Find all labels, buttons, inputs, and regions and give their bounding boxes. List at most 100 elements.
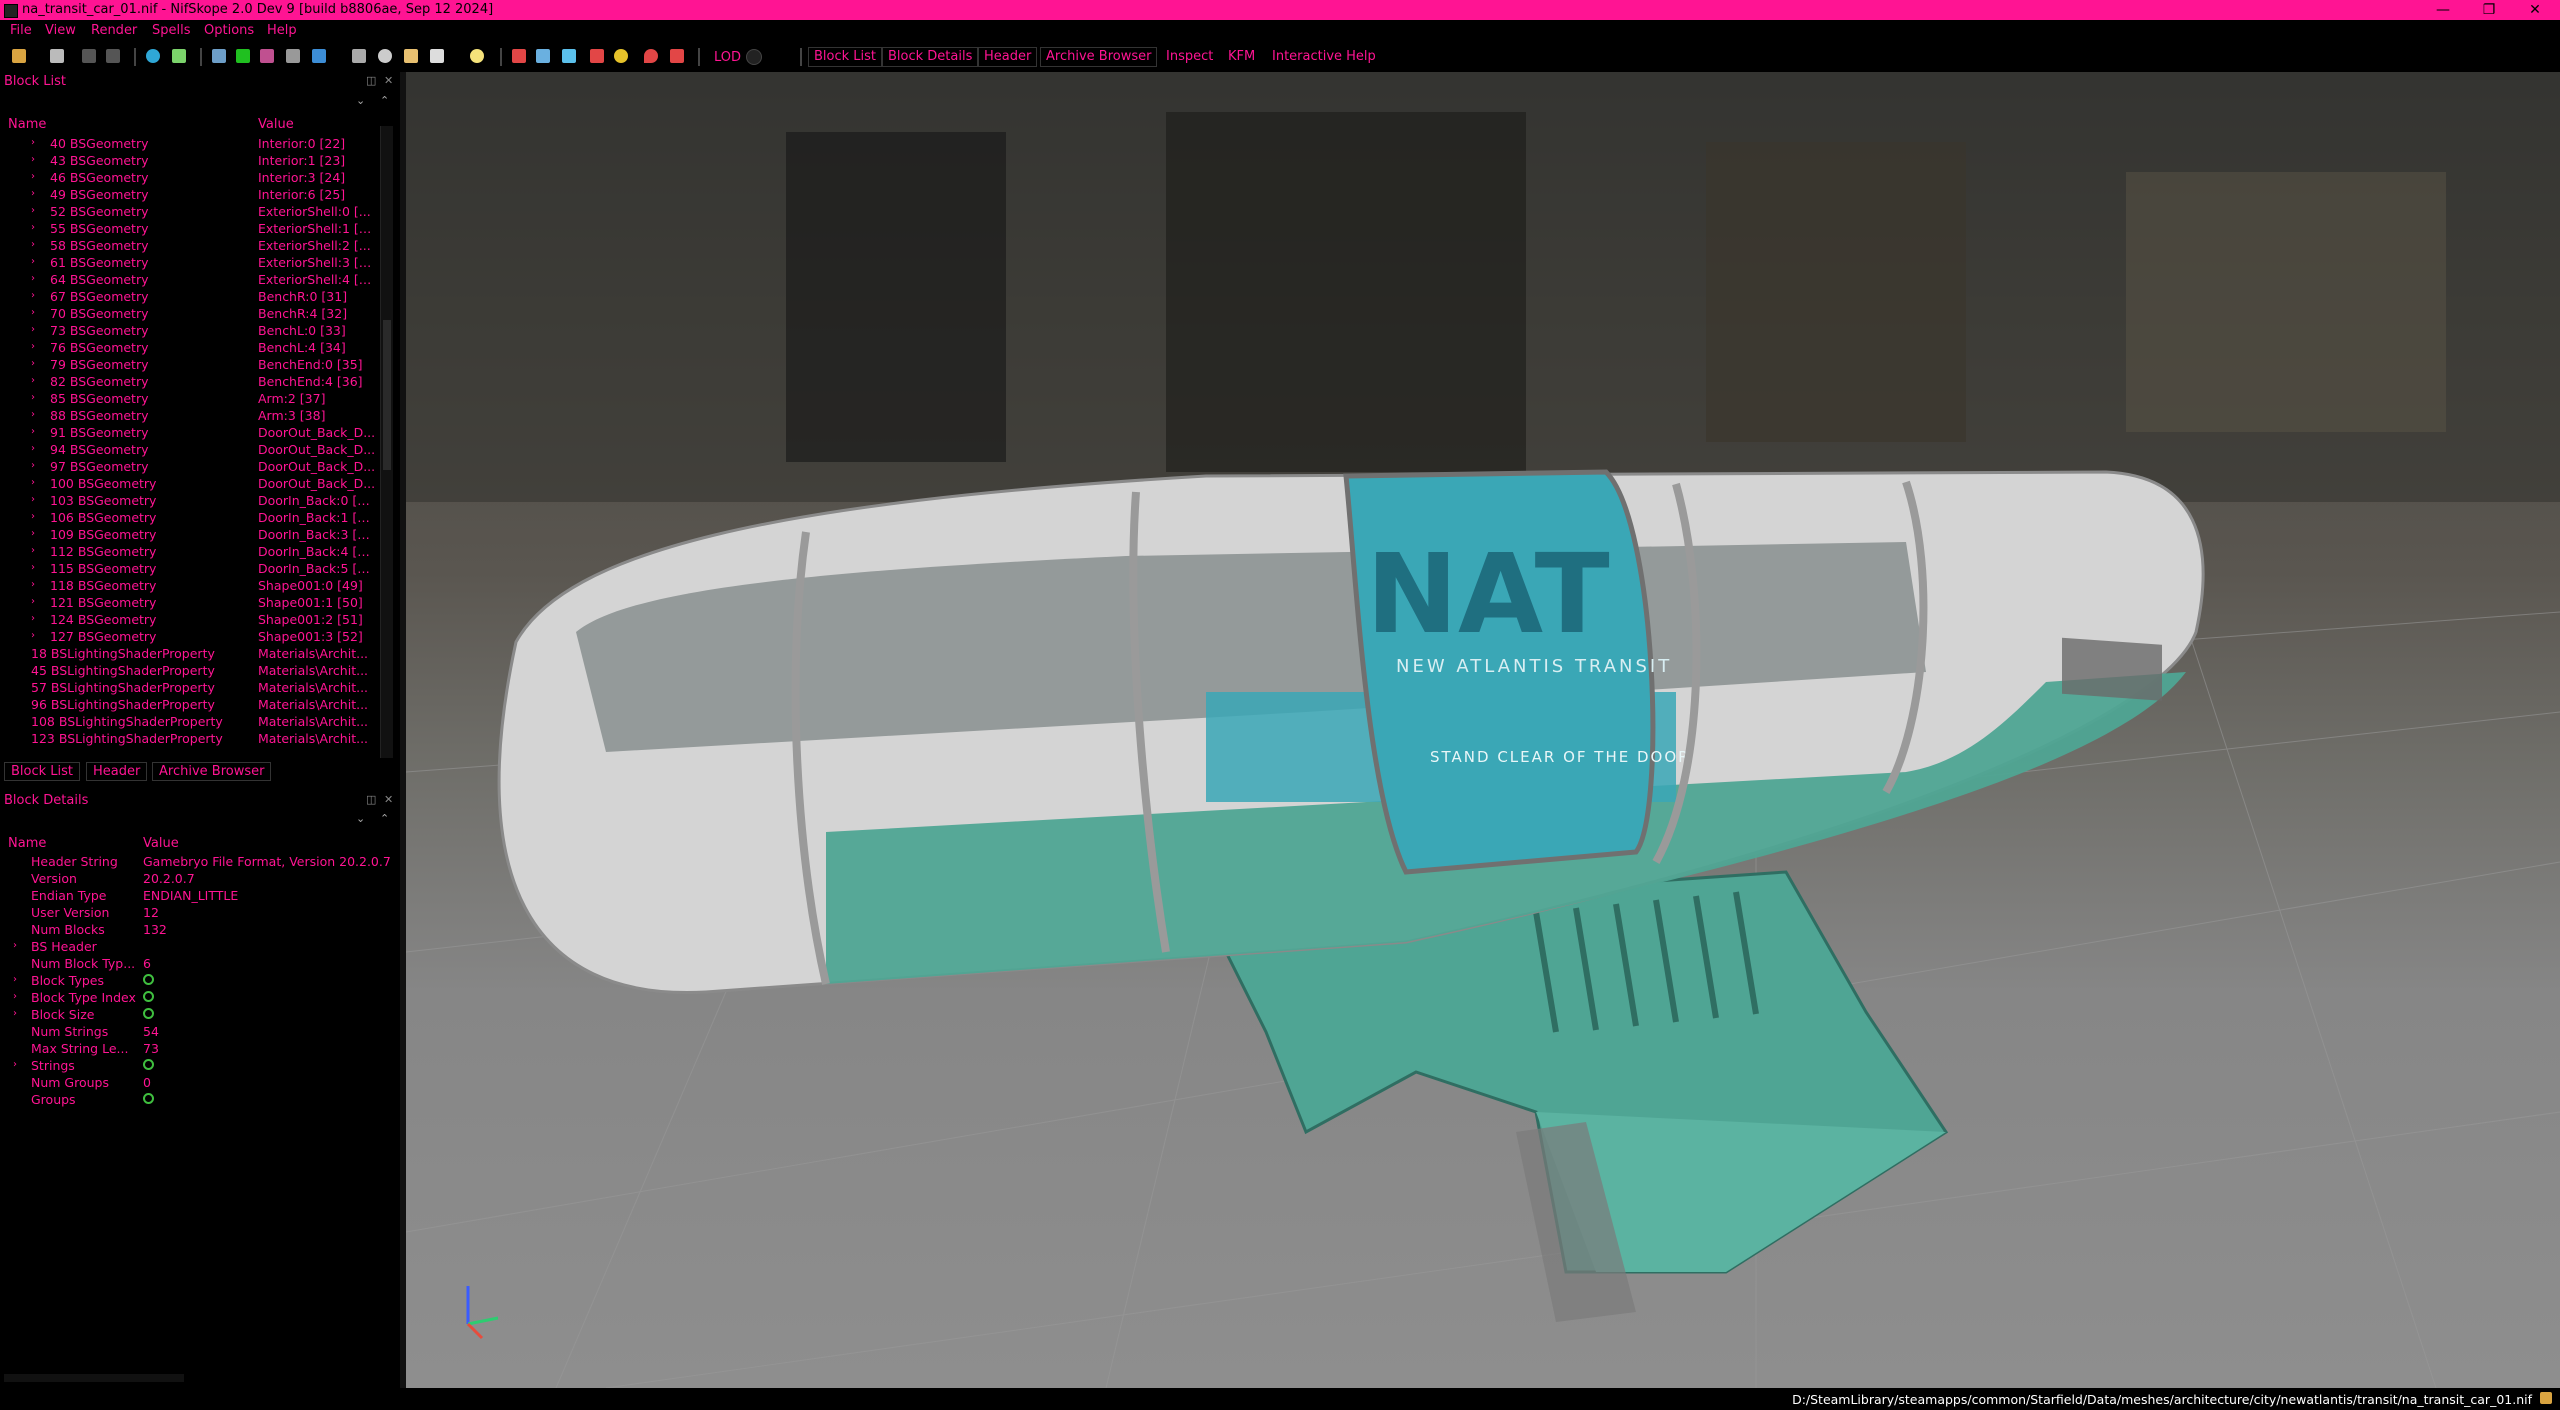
block-list-row[interactable]: › 112 BSGeometry DoorIn_Back:4 [46] <box>0 544 395 561</box>
toolbar-tab-inspect[interactable]: Inspect <box>1160 47 1219 67</box>
details-hscrollbar[interactable] <box>4 1374 184 1382</box>
expand-arrow-icon[interactable]: › <box>13 940 17 951</box>
marker-icon[interactable] <box>590 49 604 63</box>
expand-arrow-icon[interactable]: › <box>31 392 35 403</box>
close-button[interactable]: ✕ <box>2512 0 2558 20</box>
render-viewport[interactable]: NAT NEW ATLANTIS TRANSIT STAND CLEAR OF … <box>406 72 2560 1388</box>
menu-file[interactable]: File <box>10 23 32 38</box>
expand-arrow-icon[interactable]: › <box>31 188 35 199</box>
expand-arrow-icon[interactable]: › <box>31 171 35 182</box>
expand-arrow-icon[interactable]: › <box>31 630 35 641</box>
expand-all-icon[interactable]: ⌃ <box>380 812 389 825</box>
save-icon[interactable] <box>50 49 64 63</box>
expand-arrow-icon[interactable]: › <box>31 137 35 148</box>
green-cube-icon[interactable] <box>236 49 250 63</box>
expand-arrow-icon[interactable]: › <box>31 273 35 284</box>
menu-render[interactable]: Render <box>91 23 137 38</box>
maximize-button[interactable]: ❐ <box>2466 0 2512 20</box>
block-list-row[interactable]: › 100 BSGeometry DoorOut_Back_D... <box>0 476 395 493</box>
block-list-row[interactable]: 96 BSLightingShaderProperty Materials\Arc… <box>0 697 395 714</box>
expand-arrow-icon[interactable]: › <box>31 511 35 522</box>
collapse-all-icon[interactable]: ⌄ <box>356 812 365 825</box>
open-icon[interactable] <box>12 49 26 63</box>
detail-row[interactable]: Endian Type ENDIAN_LITTLE <box>0 888 395 905</box>
dock-float-icon[interactable]: ◫ <box>366 74 376 87</box>
eye-icon[interactable] <box>378 49 392 63</box>
detail-row[interactable]: Num Block Typ... 6 <box>0 956 395 973</box>
dock-tab-archive-browser[interactable]: Archive Browser <box>152 762 272 781</box>
expand-arrow-icon[interactable]: › <box>31 256 35 267</box>
detail-row[interactable]: › Block Types <box>0 973 395 990</box>
block-list-row[interactable]: › 115 BSGeometry DoorIn_Back:5 [47] <box>0 561 395 578</box>
block-list-row[interactable]: › 109 BSGeometry DoorIn_Back:3 [45] <box>0 527 395 544</box>
toolbar-tab-block-list[interactable]: Block List <box>808 47 883 67</box>
expand-arrow-icon[interactable]: › <box>31 477 35 488</box>
link-icon[interactable] <box>143 1058 154 1073</box>
axis-icon[interactable] <box>512 49 526 63</box>
collision-icon[interactable] <box>614 49 628 63</box>
block-list-row[interactable]: › 124 BSGeometry Shape001:2 [51] <box>0 612 395 629</box>
nodes-icon[interactable] <box>536 49 550 63</box>
expand-arrow-icon[interactable]: › <box>31 358 35 369</box>
block-list-name-header[interactable]: Name <box>8 117 46 132</box>
expand-arrow-icon[interactable]: › <box>13 1059 17 1070</box>
block-list-row[interactable]: › 85 BSGeometry Arm:2 [37] <box>0 391 395 408</box>
minimize-button[interactable]: — <box>2420 0 2466 20</box>
menu-spells[interactable]: Spells <box>152 23 191 38</box>
tree-icon[interactable] <box>172 49 186 63</box>
toolbar-tab-header[interactable]: Header <box>978 47 1038 67</box>
menu-options[interactable]: Options <box>204 23 254 38</box>
block-list-row[interactable]: › 121 BSGeometry Shape001:1 [50] <box>0 595 395 612</box>
expand-arrow-icon[interactable]: › <box>31 409 35 420</box>
expand-arrow-icon[interactable]: › <box>31 562 35 573</box>
expand-arrow-icon[interactable]: › <box>31 613 35 624</box>
texture-icon[interactable] <box>212 49 226 63</box>
expand-arrow-icon[interactable]: › <box>13 991 17 1002</box>
block-list-row[interactable]: › 127 BSGeometry Shape001:3 [52] <box>0 629 395 646</box>
block-list-row[interactable]: › 64 BSGeometry ExteriorShell:4 [3... <box>0 272 395 289</box>
block-details-name-header[interactable]: Name <box>8 836 46 851</box>
block-list-row[interactable]: › 106 BSGeometry DoorIn_Back:1 [44] <box>0 510 395 527</box>
expand-arrow-icon[interactable]: › <box>31 239 35 250</box>
link-icon[interactable] <box>143 1092 154 1107</box>
expand-arrow-icon[interactable]: › <box>31 341 35 352</box>
block-list-row[interactable]: 123 BSLightingShaderProperty Materials\Ar… <box>0 731 395 748</box>
bulb-icon[interactable] <box>470 49 484 63</box>
block-list-row[interactable]: › 58 BSGeometry ExteriorShell:2 [... <box>0 238 395 255</box>
block-list-scrollbar[interactable] <box>380 126 393 758</box>
detail-row[interactable]: Groups <box>0 1092 395 1109</box>
detail-row[interactable]: Header String Gamebryo File Format, Versi… <box>0 854 395 871</box>
dock-float-icon[interactable]: ◫ <box>366 793 376 806</box>
block-details-value-header[interactable]: Value <box>143 836 179 851</box>
link-icon[interactable] <box>143 973 154 988</box>
block-list-row[interactable]: › 73 BSGeometry BenchL:0 [33] <box>0 323 395 340</box>
toolbar-tab-archive-browser[interactable]: Archive Browser <box>1040 47 1158 67</box>
expand-arrow-icon[interactable]: › <box>13 974 17 985</box>
expand-arrow-icon[interactable]: › <box>31 426 35 437</box>
block-list-row[interactable]: › 46 BSGeometry Interior:3 [24] <box>0 170 395 187</box>
expand-arrow-icon[interactable]: › <box>31 324 35 335</box>
toolbar-tab-kfm[interactable]: KFM <box>1222 47 1261 67</box>
particle-icon[interactable] <box>670 49 684 63</box>
link-icon[interactable] <box>143 1007 154 1022</box>
detail-row[interactable]: › Strings <box>0 1058 395 1075</box>
expand-arrow-icon[interactable]: › <box>31 205 35 216</box>
block-list-row[interactable]: › 76 BSGeometry BenchL:4 [34] <box>0 340 395 357</box>
constraint-icon[interactable] <box>562 49 576 63</box>
block-list-row[interactable]: › 43 BSGeometry Interior:1 [23] <box>0 153 395 170</box>
expand-arrow-icon[interactable]: › <box>13 1008 17 1019</box>
block-list-row[interactable]: › 88 BSGeometry Arm:3 [38] <box>0 408 395 425</box>
block-list-row[interactable]: › 55 BSGeometry ExteriorShell:1 [27] <box>0 221 395 238</box>
detail-row[interactable]: Num Groups 0 <box>0 1075 395 1092</box>
expand-arrow-icon[interactable]: › <box>31 222 35 233</box>
block-list-row[interactable]: › 118 BSGeometry Shape001:0 [49] <box>0 578 395 595</box>
block-list-row[interactable]: › 40 BSGeometry Interior:0 [22] <box>0 136 395 153</box>
expand-arrow-icon[interactable]: › <box>31 443 35 454</box>
expand-arrow-icon[interactable]: › <box>31 494 35 505</box>
link-icon[interactable] <box>143 990 154 1005</box>
scrollbar-thumb[interactable] <box>383 320 391 470</box>
menu-view[interactable]: View <box>45 23 76 38</box>
block-list-value-header[interactable]: Value <box>258 117 294 132</box>
pin-icon[interactable] <box>644 49 658 63</box>
expand-arrow-icon[interactable]: › <box>31 528 35 539</box>
